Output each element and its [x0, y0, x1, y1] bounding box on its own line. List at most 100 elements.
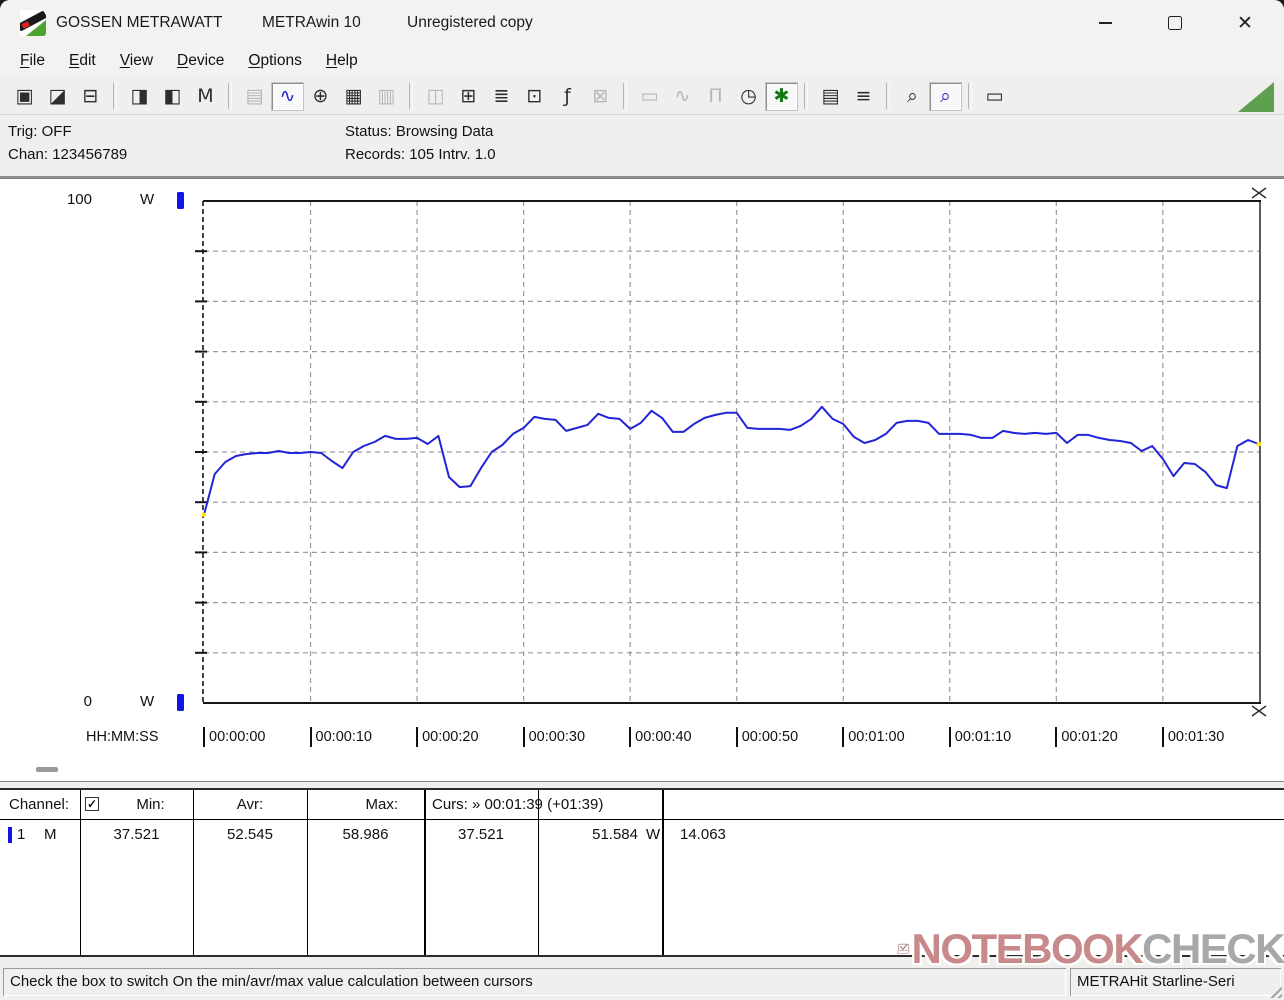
toolbar-separator — [409, 83, 413, 109]
avr-value-cell: 52.545 — [227, 826, 273, 843]
toolbar-separator — [623, 83, 627, 109]
multimeter-button: ▭ — [640, 85, 659, 107]
toolbar-separator — [113, 83, 117, 109]
title-bar: GOSSEN METRAWATT METRAwin 10 Unregistere… — [0, 0, 1284, 46]
waveform-plot — [195, 187, 1267, 717]
x-tick-mark — [416, 727, 419, 747]
cursor-b-unit-cell: W — [646, 826, 661, 843]
x-tick-label: 00:00:50 — [741, 729, 799, 745]
y-unit-top: W — [140, 191, 155, 208]
data-table-view-button[interactable]: ▦ — [337, 82, 370, 111]
x-tick-label: 00:00:30 — [528, 729, 586, 745]
chart-panel[interactable]: 100 W 0 W HH:MM:SS 00:00:00 00:00:10 00:00… — [0, 178, 1284, 782]
statistics-table: Channel: ✓ Min: Avr: Max: Curs: » 00:01:… — [0, 788, 1284, 957]
cursor-crosshair-button[interactable]: ⊕ — [304, 82, 337, 111]
x-tick-mark — [735, 727, 738, 747]
toolbar-separator — [886, 83, 890, 109]
x-axis-format-label: HH:MM:SS — [86, 729, 159, 745]
annotation-button[interactable]: ▭ — [978, 82, 1011, 111]
max-value-cell: 58.986 — [342, 826, 389, 843]
x-tick-label: 00:00:40 — [635, 729, 692, 745]
browsing-status: Status: Browsing Data — [345, 123, 494, 140]
x-tick-label: 00:01:10 — [954, 729, 1012, 745]
pulse-mode-button: Π — [708, 85, 723, 107]
channel-config-button[interactable]: ≣ — [485, 82, 518, 111]
channel-number-cell: 1 — [17, 826, 26, 843]
x-tick-label: 00:00:20 — [422, 729, 479, 745]
channel-list: Chan: 123456789 — [8, 146, 128, 163]
app-icon — [20, 10, 46, 36]
minmax-checkbox[interactable]: ✓ — [85, 797, 99, 811]
save-file-button[interactable]: ▣ — [8, 82, 41, 111]
acquisition-status-panel: Trig: OFF Chan: 123456789 Status: Browsi… — [0, 115, 1284, 178]
memory-read-button[interactable]: M — [189, 82, 222, 111]
statusbar-hint: Check the box to switch On the min/avr/m… — [3, 968, 1066, 996]
statusbar-device: METRAHit Starline-Seri — [1070, 968, 1281, 996]
min-value-cell: 37.521 — [113, 826, 160, 843]
channel-color-chip — [8, 827, 12, 843]
save-as-button[interactable]: ◪ — [41, 82, 74, 111]
menu-edit[interactable]: Edit — [57, 46, 108, 78]
horizontal-scroll-thumb[interactable] — [36, 767, 58, 772]
device-disconnect-button[interactable]: ◧ — [156, 82, 189, 111]
toolbar-separator — [968, 83, 972, 109]
trigger-status: Trig: OFF — [8, 123, 72, 140]
menu-options[interactable]: Options — [236, 46, 313, 78]
numeric-display-button: ▤ — [245, 85, 264, 107]
toolbar: ▣ ◪ ⊟ ◨ ◧ M ▤ ∿ ⊕ ▦ ▥ ◫ ⊞ ≣ ⊡ ƒ ⊠ ▭ ∿ Π ◷ ✱ ▤ ≡ ⌕ ⌕ ▭ — [0, 78, 1284, 115]
demo-bug-button[interactable]: ✱ — [765, 81, 798, 111]
y-max-label: 100 — [66, 191, 92, 208]
y-min-label: 0 — [83, 693, 92, 710]
title-app: METRAwin 10 — [262, 14, 361, 31]
interface-config-button: ⊠ — [592, 85, 609, 107]
close-button[interactable]: ✕ — [1222, 0, 1268, 46]
zoom-window-button[interactable]: ⌕ — [929, 81, 962, 111]
open-file-button[interactable]: ⊟ — [74, 82, 107, 111]
scheduler-clock-button[interactable]: ◷ — [732, 82, 765, 111]
x-tick-label: 00:00:00 — [209, 729, 266, 745]
waveform-view-button[interactable]: ∿ — [271, 81, 304, 111]
histogram-view-button: ▥ — [377, 85, 396, 107]
menu-file[interactable]: File — [8, 46, 57, 78]
y-unit-bottom: W — [140, 693, 155, 710]
toolbar-separator — [228, 83, 232, 109]
maximize-button[interactable] — [1152, 0, 1198, 46]
x-tick-label: 00:01:30 — [1167, 729, 1225, 745]
device-settings-button[interactable]: ⊞ — [452, 82, 485, 111]
records-info: Records: 105 Intrv. 1.0 — [345, 146, 496, 163]
x-tick-mark — [1161, 727, 1164, 747]
print-preview-button[interactable]: ▤ — [814, 82, 847, 111]
x-tick-label: 00:00:10 — [315, 729, 372, 745]
channel-column-header: Channel: — [9, 796, 70, 813]
screen-copy-button: ◫ — [426, 85, 445, 107]
min-column-header: Min: — [136, 796, 165, 813]
x-tick-mark — [309, 727, 312, 747]
x-tick-mark — [1055, 727, 1058, 747]
x-tick-mark — [842, 727, 845, 747]
cursor-b-value-cell: 51.584 — [592, 826, 638, 843]
device-export-button[interactable]: ◨ — [123, 82, 156, 111]
cursor-a-value-cell: 37.521 — [458, 826, 504, 843]
title-brand: GOSSEN METRAWATT — [56, 14, 223, 31]
x-tick-mark — [203, 727, 205, 747]
metrawin-window: GOSSEN METRAWATT METRAwin 10 Unregistere… — [0, 0, 1284, 1000]
menu-help[interactable]: Help — [314, 46, 370, 78]
sine-mode-button: ∿ — [674, 85, 691, 107]
x-tick-label: 00:01:20 — [1061, 729, 1118, 745]
minimize-button[interactable] — [1082, 0, 1128, 46]
max-column-header: Max: — [365, 796, 398, 813]
y-max-cursor-chip[interactable] — [177, 192, 184, 209]
print-button[interactable]: ≡ — [847, 82, 880, 111]
formula-fx-button[interactable]: ƒ — [551, 82, 584, 111]
y-min-cursor-chip[interactable] — [177, 694, 184, 711]
status-bar: Check the box to switch On the min/avr/m… — [0, 964, 1284, 1000]
menu-device[interactable]: Device — [165, 46, 236, 78]
x-tick-label: 00:01:00 — [848, 729, 905, 745]
cursor-column-header: Curs: » 00:01:39 (+01:39) — [432, 796, 604, 813]
x-tick-mark — [522, 727, 525, 747]
zoom-horizontal-button[interactable]: ⌕ — [896, 82, 929, 111]
monitor-config-button[interactable]: ⊡ — [518, 82, 551, 111]
title-license: Unregistered copy — [407, 14, 533, 31]
channel-mode-cell: M — [44, 826, 57, 843]
menu-view[interactable]: View — [108, 46, 165, 78]
